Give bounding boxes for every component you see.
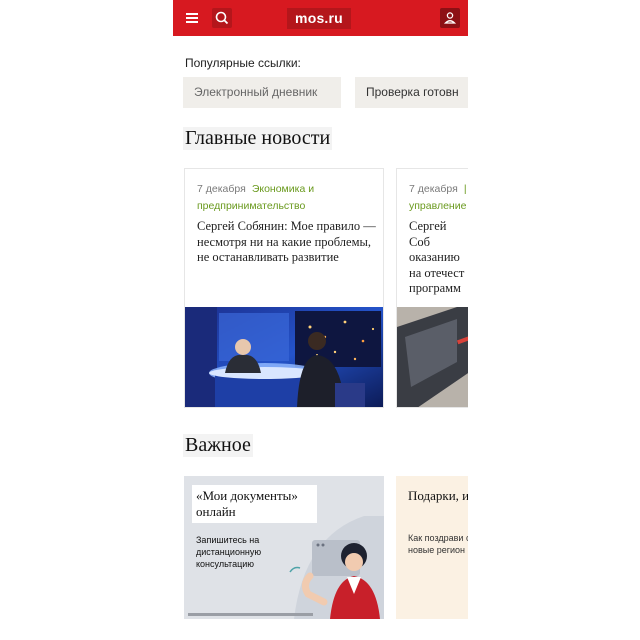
- carousel-progress: [188, 613, 313, 616]
- news-headline[interactable]: Сергей Собянин: Мое правило — несмотря н…: [197, 219, 379, 266]
- promo-title: «Мои документы» онлайн: [192, 485, 317, 523]
- main-news-title: Главные новости: [183, 127, 333, 150]
- news-photo: [185, 307, 383, 407]
- promo-subtitle: Как поздрави с Новым годо новые регион и…: [408, 533, 468, 555]
- popular-links-label: Популярные ссылки:: [185, 56, 301, 70]
- popular-links-row: Электронный дневник Проверка готовн: [173, 77, 468, 109]
- chip-electronic-diary[interactable]: Электронный дневник: [183, 77, 341, 108]
- news-headline[interactable]: Сергей Соб оказанию на отечест программ: [409, 219, 468, 297]
- profile-button[interactable]: [440, 8, 460, 28]
- site-logo[interactable]: mos.ru: [287, 8, 351, 29]
- promo-subtitle: Запишитесь на дистанционную консультацию: [196, 535, 262, 569]
- promo-card[interactable]: «Мои документы» онлайн Запишитесь на дис…: [184, 476, 384, 619]
- news-card[interactable]: 7 декабря Экономика и предпринимательство…: [184, 168, 384, 408]
- news-card[interactable]: 7 декабря | управление Сергей Соб оказани…: [396, 168, 468, 408]
- promo-title: Подарки, и помощ: [408, 488, 468, 503]
- mobile-viewport: mos.ru Популярные ссылки: Электронный дн…: [173, 0, 468, 640]
- top-header: mos.ru: [173, 0, 468, 36]
- news-meta: 7 декабря | управление: [409, 183, 467, 212]
- news-meta: 7 декабря Экономика и предпринимательство: [197, 181, 377, 215]
- user-icon: [443, 12, 457, 24]
- news-category[interactable]: управление: [409, 200, 466, 212]
- search-icon: [215, 11, 229, 25]
- news-date: 7 декабря: [409, 183, 458, 195]
- promo-card[interactable]: Подарки, и помощ Как поздрави с Новым го…: [396, 476, 468, 619]
- chip-readiness-check[interactable]: Проверка готовн: [355, 77, 468, 108]
- important-title: Важное: [183, 434, 253, 457]
- menu-button[interactable]: [182, 8, 202, 28]
- news-photo: [397, 307, 468, 407]
- news-date: 7 декабря: [197, 183, 246, 195]
- search-button[interactable]: [212, 8, 232, 28]
